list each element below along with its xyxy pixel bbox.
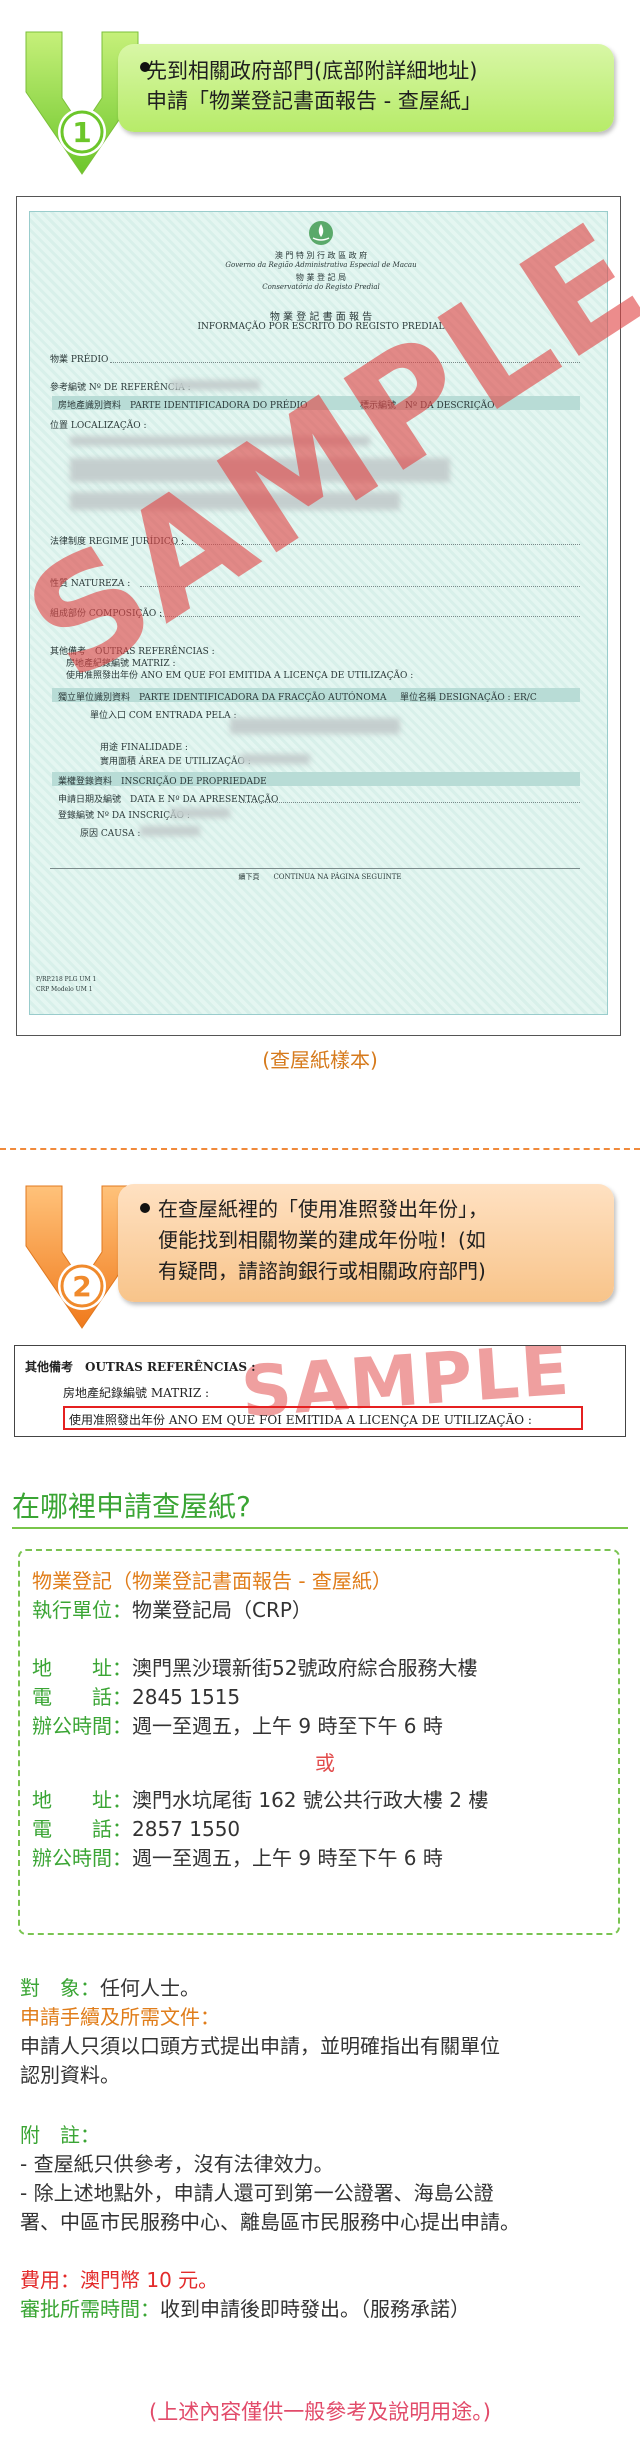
fee-label: 費用： [20, 2268, 80, 2292]
step1-line2: 申請「物業登記書面報告 - 查屋紙」 [146, 89, 482, 113]
redacted-block [140, 826, 200, 836]
addr-label: 地 址： [32, 1788, 132, 1812]
target-row: 對 象：任何人士。 [20, 1974, 200, 2003]
phone-2: 2857 1550 [132, 1817, 241, 1841]
divider [50, 868, 580, 869]
hours-label: 辦公時間： [32, 1714, 132, 1738]
target-label: 對 象： [20, 1976, 100, 2000]
tel-label: 電 話： [32, 1685, 132, 1709]
field-entrada: 單位入口 COM ENTRADA PELA : [90, 711, 237, 721]
address-1: 澳門黑沙環新街52號政府綜合服務大樓 [132, 1656, 478, 1680]
time-label: 審批所需時間： [20, 2297, 160, 2321]
step2-number: 2 [72, 1270, 91, 1303]
addr-label: 地 址： [32, 1656, 132, 1680]
procedure-line1: 申請人只須以口頭方式提出申請，並明確指出有關單位 [20, 2034, 500, 2058]
field-data-apresentacao: 申請日期及編號 DATA E Nº DA APRESENTAÇÃO [58, 795, 279, 805]
redacted-block [170, 808, 230, 818]
time-row: 審批所需時間：收到申請後即時發出。（服務承諾） [20, 2295, 470, 2324]
excerpt-line3: 使用准照發出年份 ANO EM QUE FOI EMITIDA A LICENÇ… [69, 1413, 532, 1427]
time-value: 收到申請後即時發出。（服務承諾） [160, 2297, 470, 2321]
section-divider [0, 1148, 640, 1150]
note-2-line2: 署、中區市民服務中心、離島區市民服務中心提出申請。 [20, 2210, 520, 2234]
hours-1: 週一至週五，上午 9 時至下午 6 時 [132, 1714, 443, 1738]
field-finalidade: 用途 FINALIDADE : [100, 743, 188, 753]
field-causa: 原因 CAUSA : [80, 829, 141, 839]
step2-line3: 有疑問，請諮詢銀行或相關政府部門) [158, 1259, 486, 1283]
address-2: 澳門水坑尾街 162 號公共行政大樓 2 樓 [132, 1788, 489, 1812]
field-area: 實用面積 ÁREA DE UTILIZAÇÃO : [100, 757, 251, 767]
title-underline [12, 1527, 628, 1529]
fee-row: 費用：澳門幣 10 元。 [20, 2266, 218, 2295]
step1-line1: 先到相關政府部門(底部附詳細地址) [146, 59, 478, 83]
dotted-line [240, 802, 580, 803]
step1-callout: 先到相關政府部門(底部附詳細地址) 申請「物業登記書面報告 - 查屋紙」 [118, 44, 614, 132]
procedure-label: 申請手續及所需文件： [20, 2005, 220, 2029]
note-1: - 查屋紙只供參考，沒有法律效力。 [20, 2152, 334, 2176]
redacted-block [170, 380, 260, 390]
bureau-pt: Conservatória do Registo Predial [262, 283, 380, 291]
tel-label: 電 話： [32, 1817, 132, 1841]
bullet-icon [140, 62, 150, 72]
or-separator: 或 [315, 1751, 335, 1775]
field-localizacao: 位置 LOCALIZAÇÃO : [50, 421, 147, 431]
exec-value: 物業登記局（CRP） [132, 1598, 312, 1622]
macau-emblem-icon [309, 221, 333, 245]
field-propriedade: 業權登錄資料 INSCRIÇÃO DE PROPRIEDADE [58, 777, 267, 787]
bureau-zh: 物 業 登 記 局 [295, 273, 347, 282]
redacted-block [240, 754, 310, 764]
fee-value: 澳門幣 10 元。 [80, 2268, 219, 2292]
phone-1: 2845 1515 [132, 1685, 241, 1709]
exec-label: 執行單位： [32, 1598, 132, 1622]
step1-number: 1 [72, 116, 91, 149]
report-excerpt: SAMPLE 其他備考 OUTRAS REFERÊNCIAS : 房地產紀錄編號… [14, 1345, 626, 1437]
form-title-zh: 物 業 登 記 書 面 報 告 [269, 312, 373, 323]
redacted-block [230, 718, 400, 734]
field-continua: 續下頁 CONTINUA NA PÁGINA SEGUINTE [238, 873, 402, 881]
step2-line2: 便能找到相關物業的建成年份啦！(如 [158, 1228, 486, 1252]
excerpt-line2: 房地產紀錄編號 MATRIZ : [63, 1386, 210, 1400]
hours-label: 辦公時間： [32, 1846, 132, 1870]
step2-line1: 在查屋紙裡的「使用准照發出年份」， [158, 1197, 488, 1221]
hours-2: 週一至週五，上午 9 時至下午 6 時 [132, 1846, 443, 1870]
step2-callout: 在查屋紙裡的「使用准照發出年份」， 便能找到相關物業的建成年份啦！(如 有疑問，… [118, 1184, 614, 1302]
note-2-line1: - 除上述地點外，申請人還可到第一公證署、海島公證 [20, 2181, 494, 2205]
gov-title-zh: 澳 門 特 別 行 政 區 政 府 [274, 251, 368, 260]
service-title: 物業登記（物業登記書面報告 - 查屋紙） [32, 1569, 392, 1593]
target-value: 任何人士。 [100, 1976, 200, 2000]
footer-code1: P/RP.218 PLG UM 1 [36, 976, 97, 983]
notes-label: 附 註： [20, 2123, 100, 2147]
disclaimer-note: (上述內容僅供一般參考及說明用途。) [149, 2400, 491, 2424]
bullet-icon [140, 1203, 150, 1213]
office-info-box: 物業登記（物業登記書面報告 - 查屋紙） 執行單位： 物業登記局（CRP） 地 址… [18, 1549, 620, 1935]
sample-caption: (查屋紙樣本) [262, 1048, 378, 1072]
excerpt-line1: 其他備考 OUTRAS REFERÊNCIAS : [25, 1360, 256, 1374]
field-predio: 物業 PRÉDIO [50, 355, 109, 365]
field-designacao: 單位名稱 DESIGNAÇÃO : ER/C [400, 693, 537, 703]
footer-code2: CRP Modelo UM 1 [36, 986, 93, 993]
where-title: 在哪裡申請查屋紙? [12, 1490, 251, 1523]
gov-title-pt: Governo da Região Administrativa Especia… [225, 261, 417, 269]
procedure-line2: 認別資料。 [20, 2063, 120, 2087]
